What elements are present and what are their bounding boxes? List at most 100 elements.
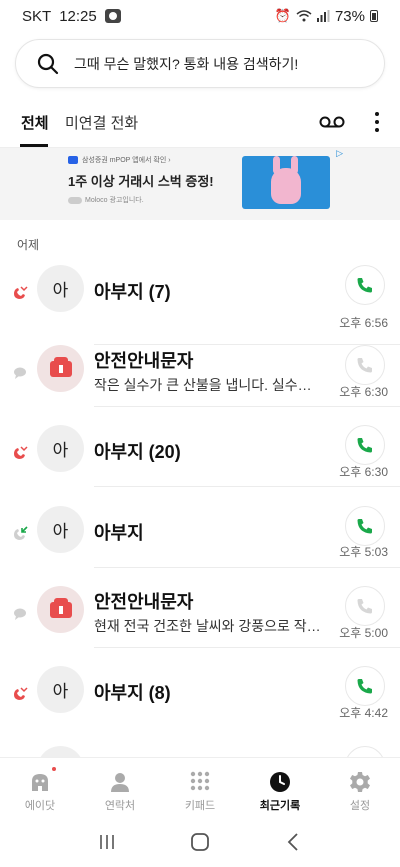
recents-icon — [99, 835, 114, 849]
recent-apps-button[interactable] — [95, 830, 119, 854]
back-button[interactable] — [281, 830, 305, 854]
call-time: 오후 6:30 — [339, 385, 388, 399]
incoming-call-icon — [14, 526, 28, 540]
signal-icon — [316, 10, 330, 22]
tab-missed-calls[interactable]: 미연결 전화 — [65, 112, 138, 133]
phone-icon — [357, 358, 372, 373]
caller-name: 아부지 (7) — [94, 282, 171, 302]
phone-icon — [357, 679, 372, 694]
phone-icon — [357, 519, 372, 534]
nav-recents[interactable]: 최근기록 — [240, 758, 320, 817]
ad-tagline-text: 삼성증권 mPOP 앱에서 확인 › — [82, 157, 171, 164]
message-icon — [14, 367, 26, 379]
alarm-icon: ⏰ — [274, 8, 291, 23]
row-divider — [94, 647, 400, 648]
missed-call-icon — [14, 446, 28, 459]
wifi-icon — [296, 10, 312, 22]
bottom-navigation: 에이닷 연락처 키패드 최근기록 설정 — [0, 757, 400, 817]
ad-info-icon[interactable]: ▷ — [336, 148, 343, 159]
system-navigation-bar — [0, 817, 400, 867]
keypad-icon — [190, 771, 210, 791]
adot-icon — [32, 774, 48, 791]
missed-call-icon — [14, 286, 28, 299]
row-divider — [94, 406, 400, 407]
search-placeholder: 그때 무슨 말했지? 통화 내용 검색하기! — [74, 55, 299, 72]
emergency-alert-icon — [49, 356, 72, 377]
back-icon — [288, 833, 298, 851]
phone-icon — [357, 278, 372, 293]
nav-contacts[interactable]: 연락처 — [80, 758, 160, 817]
ad-brand-logo — [68, 156, 78, 164]
avatar[interactable]: 아 — [37, 425, 84, 472]
message-preview: 작은 실수가 큰 산불을 냅니다. 실수로 낸 산불도 처벌받습니다. — [94, 377, 324, 393]
tab-all[interactable]: 전체 — [21, 112, 49, 133]
call-button[interactable] — [345, 506, 385, 546]
caller-name: 아부지 — [94, 523, 144, 543]
nav-settings[interactable]: 설정 — [320, 758, 400, 817]
nav-label: 설정 — [349, 800, 371, 812]
notification-dot — [52, 767, 56, 771]
shield-icon — [104, 9, 121, 23]
battery-icon — [370, 10, 378, 22]
ad-banner[interactable]: 삼성증권 mPOP 앱에서 확인 › 1주 이상 거래시 스벅 증정! Molo… — [0, 148, 400, 220]
carrier-label: SKT — [22, 7, 52, 25]
call-button[interactable] — [345, 265, 385, 305]
call-button[interactable] — [345, 425, 385, 465]
caller-name: 안전안내문자 — [94, 592, 194, 612]
emergency-alert-icon — [49, 597, 72, 618]
clock-icon — [270, 772, 290, 792]
phone-icon — [357, 599, 372, 614]
nav-label: 에이닷 — [24, 800, 56, 812]
phone-icon — [357, 438, 372, 453]
ad-image — [242, 156, 330, 209]
call-time: 오후 5:00 — [339, 626, 388, 640]
caller-name: 아부지 (8) — [94, 683, 171, 703]
message-preview: 현재 전국 건조한 날씨와 강풍으로 작은 불씨에도 산불 위험 — [94, 618, 324, 634]
nav-label: 연락처 — [104, 800, 136, 812]
ad-meta-text: Moloco 광고입니다. — [85, 197, 144, 204]
call-button[interactable] — [345, 746, 385, 757]
call-button[interactable] — [345, 666, 385, 706]
call-log-row[interactable]: 아 아부지 (7) 오후 6:56 — [0, 265, 400, 345]
tab-bar: 전체 미연결 전화 — [0, 100, 400, 148]
search-input[interactable]: 그때 무슨 말했지? 통화 내용 검색하기! — [15, 39, 385, 88]
call-log-row[interactable]: 안전안내문자 현재 전국 건조한 날씨와 강풍으로 작은 불씨에도 산불 위험 … — [0, 586, 400, 666]
call-log-row[interactable]: 아 아부지 오후 5:03 — [0, 506, 400, 586]
call-time: 오후 4:42 — [339, 706, 388, 720]
call-time: 오후 6:30 — [339, 465, 388, 479]
avatar[interactable]: 아 — [37, 666, 84, 713]
call-button[interactable] — [345, 345, 385, 385]
row-divider — [94, 486, 400, 487]
call-time: 오후 5:03 — [339, 545, 388, 559]
call-log-row[interactable]: 아 아부지 (8) 오후 4:42 — [0, 666, 400, 746]
nav-label: 최근기록 — [259, 800, 301, 812]
call-log-row[interactable]: 안전안내문자 작은 실수가 큰 산불을 냅니다. 실수로 낸 산불도 처벌받습니… — [0, 345, 400, 425]
message-icon — [14, 608, 26, 620]
avatar[interactable]: 아 — [37, 265, 84, 312]
call-button[interactable] — [345, 586, 385, 626]
call-log-row[interactable]: 아 아부지 (20) 오후 6:30 — [0, 425, 400, 505]
nav-keypad[interactable]: 키패드 — [160, 758, 240, 817]
battery-percent: 73% — [334, 7, 365, 25]
caller-name: 아부지 (20) — [94, 442, 181, 462]
more-options-icon[interactable] — [374, 112, 380, 132]
gear-icon — [350, 772, 370, 792]
person-icon — [111, 773, 129, 792]
row-divider — [94, 567, 400, 568]
home-icon — [191, 833, 209, 851]
avatar[interactable] — [37, 746, 84, 757]
clock-time: 12:25 — [59, 7, 97, 25]
caller-name: 안전안내문자 — [94, 351, 194, 371]
nav-adot[interactable]: 에이닷 — [0, 758, 80, 817]
bunny-illustration — [271, 168, 301, 204]
avatar[interactable] — [37, 345, 84, 392]
date-section-label: 어제 — [17, 238, 40, 252]
voicemail-icon[interactable] — [319, 115, 345, 129]
avatar[interactable]: 아 — [37, 506, 84, 553]
missed-call-icon — [14, 687, 28, 700]
call-log-row[interactable] — [0, 746, 400, 757]
home-button[interactable] — [188, 830, 212, 854]
avatar[interactable] — [37, 586, 84, 633]
nav-label: 키패드 — [184, 800, 216, 812]
status-bar: SKT 12:25 ⏰ 73% — [0, 0, 400, 32]
